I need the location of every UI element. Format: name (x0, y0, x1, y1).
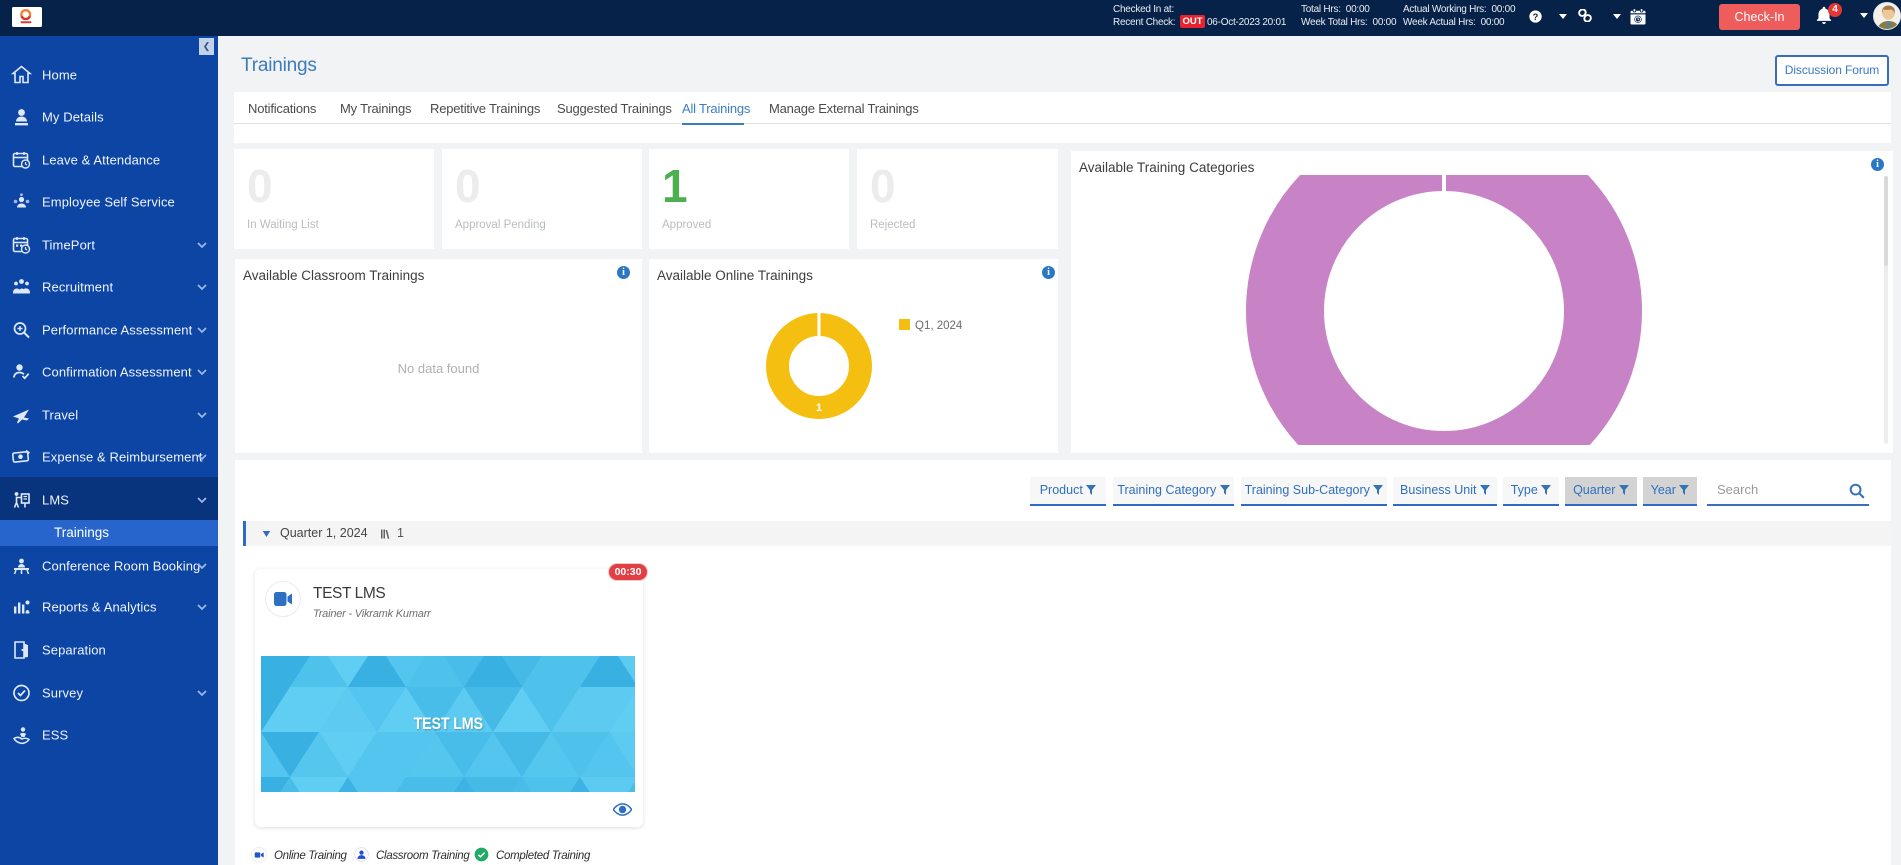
svg-text:1: 1 (816, 402, 822, 414)
svg-text:?: ? (1533, 12, 1539, 22)
svg-text:Q1, 2024: Q1, 2024 (915, 320, 963, 332)
